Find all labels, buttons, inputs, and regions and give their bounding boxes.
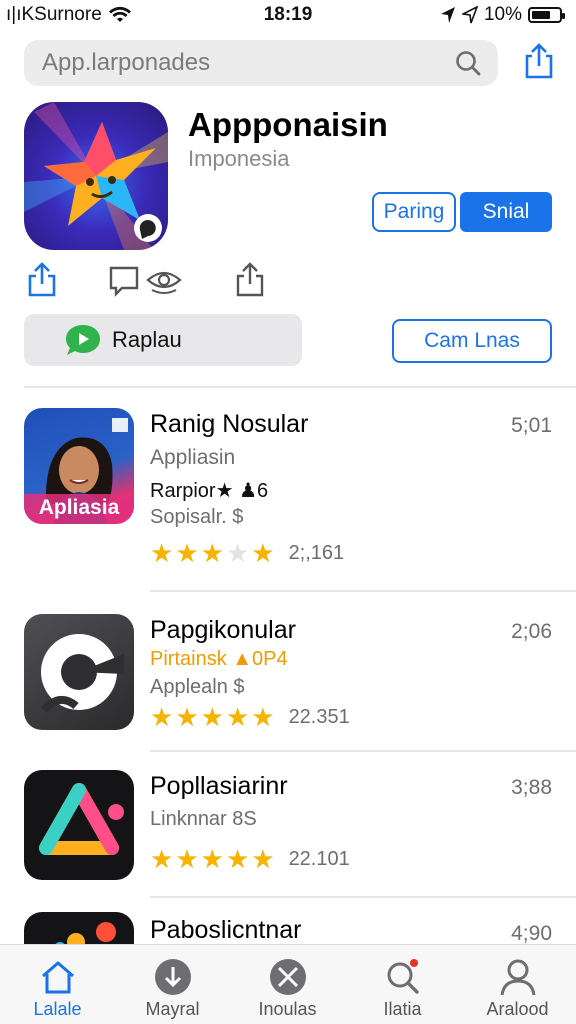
divider (150, 750, 576, 752)
star-icon: ★ (175, 844, 199, 874)
row-title: Ranig Nosular (150, 410, 309, 438)
primary-button[interactable]: Snial (460, 192, 552, 232)
chat-icon[interactable] (108, 262, 140, 298)
row-price: Applealn $ (150, 676, 245, 698)
tab-bar: Lalale Mayral Inoulas Ilatia Aralood (0, 944, 576, 1024)
star-icon: ★ (251, 844, 275, 874)
thumbnail-label: Apliasia (38, 496, 120, 519)
tab-label: Inoulas (258, 999, 317, 1019)
status-right: 10% (440, 4, 565, 26)
location-outline-icon (461, 6, 478, 24)
divider (150, 590, 576, 592)
rating-stars: ★ ★ ★ ★ ★ 2;,161 (150, 540, 344, 566)
divider (150, 896, 576, 898)
share-icon[interactable] (26, 262, 58, 298)
app-icon (24, 102, 168, 250)
star-icon: ★ (200, 844, 224, 874)
battery-icon (528, 7, 565, 23)
star-icon: ★ (175, 702, 199, 732)
search-bar[interactable] (24, 40, 498, 86)
row-subtitle: Linknnar 8S (150, 808, 257, 830)
rating-count: 22.351 (288, 705, 350, 728)
message-icon (66, 325, 100, 355)
tab-updates[interactable]: Inoulas (230, 945, 345, 1024)
profile-icon (500, 959, 536, 996)
row-time: 2;06 (511, 620, 552, 643)
outline-button[interactable]: Cam Lnas (392, 319, 552, 363)
star-icon: ★ (225, 702, 250, 732)
status-bar: ı|ıKSurnore 18:19 10% (0, 0, 576, 30)
download-icon (155, 959, 191, 995)
home-icon (42, 961, 74, 994)
row-price: Sopisalr. $ (150, 506, 244, 528)
tab-label: Mayral (145, 999, 200, 1019)
upload-icon[interactable] (234, 262, 266, 298)
star-icon: ★ (150, 702, 174, 732)
eye-icon[interactable] (146, 262, 182, 298)
app-subtitle: Imponesia (188, 146, 290, 171)
star-icon: ★ (200, 702, 224, 732)
row-subtitle: Appliasin (150, 446, 236, 469)
row-title: Pabosliсntnar (150, 916, 302, 944)
app-thumbnail (24, 770, 134, 880)
tab-label: Ilatia (383, 999, 422, 1019)
divider (24, 386, 576, 388)
star-icon: ★ (225, 844, 250, 874)
app-title: Appponaisin (188, 106, 388, 143)
row-title: Popllasiarinr (150, 772, 288, 800)
rating-stars: ★ ★ ★ ★ ★ 22.101 (150, 846, 350, 872)
battery-percent: 10% (483, 4, 522, 25)
share-icon[interactable] (522, 42, 556, 80)
search-icon[interactable] (454, 49, 482, 77)
tab-search[interactable]: Ilatia (345, 945, 460, 1024)
tab-downloads[interactable]: Mayral (115, 945, 230, 1024)
app-thumbnail: Apliasia (24, 408, 134, 524)
row-time: 3;88 (511, 776, 552, 799)
row-time: 4;90 (511, 922, 552, 945)
star-icon: ★ (150, 844, 174, 874)
search-icon (387, 959, 419, 994)
star-icon: ★ (251, 702, 275, 732)
star-icon: ★ (175, 538, 199, 568)
replay-label: Raplau (112, 327, 182, 352)
star-icon: ★ (251, 538, 275, 568)
row-title: Papgikonular (150, 616, 296, 644)
rating-stars: ★ ★ ★ ★ ★ 22.351 (150, 704, 350, 730)
search-input[interactable] (42, 49, 454, 77)
replay-button[interactable]: Raplau (24, 314, 302, 366)
secondary-button[interactable]: Paring (372, 192, 456, 232)
star-icon: ★ (225, 538, 250, 568)
tab-profile[interactable]: Aralood (460, 945, 575, 1024)
star-icon: ★ (200, 538, 224, 568)
tab-label: Aralood (486, 999, 549, 1019)
row-time: 5;01 (511, 414, 552, 437)
rating-count: 2;,161 (288, 541, 345, 564)
row-detail: Pirtainsk ▲0P4 (150, 648, 288, 670)
row-detail: Rarpior★ ♟6 (150, 480, 269, 502)
tab-label: Lalale (33, 999, 82, 1019)
star-icon: ★ (150, 538, 174, 568)
tab-home[interactable]: Lalale (0, 945, 115, 1024)
app-thumbnail (24, 614, 134, 730)
rating-count: 22.101 (288, 847, 350, 870)
location-icon (440, 7, 455, 23)
close-circle-icon (270, 959, 306, 995)
